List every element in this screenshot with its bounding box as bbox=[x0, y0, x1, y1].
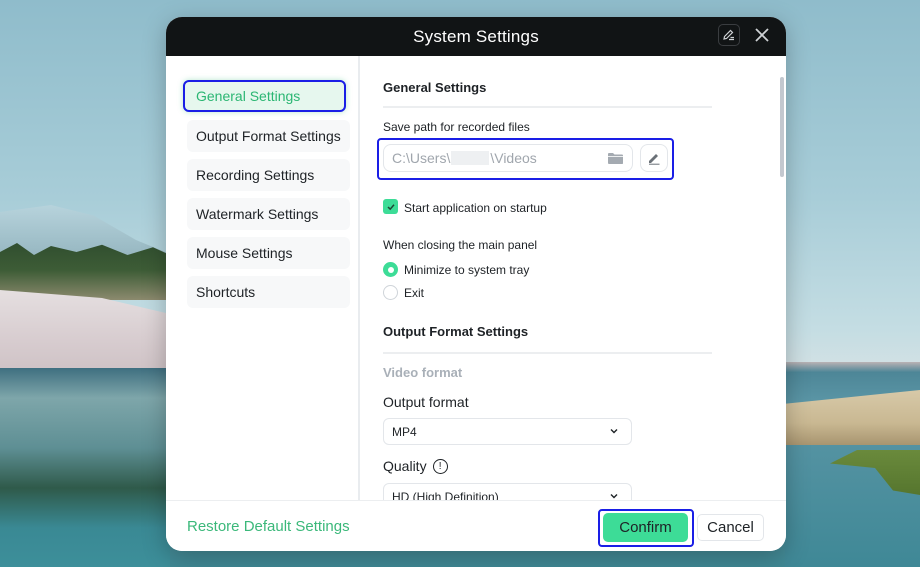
cancel-button[interactable]: Cancel bbox=[697, 514, 764, 541]
quality-select[interactable]: HD (High Definition) bbox=[383, 483, 632, 500]
folder-icon[interactable] bbox=[607, 152, 624, 165]
general-settings-heading: General Settings bbox=[383, 80, 487, 95]
confirm-button[interactable]: Confirm bbox=[603, 513, 688, 542]
startup-checkbox[interactable] bbox=[383, 199, 398, 214]
close-icon bbox=[755, 28, 769, 42]
save-path-input[interactable]: C:\Users\ \Videos bbox=[383, 144, 633, 172]
quality-label-row: Quality ! bbox=[383, 458, 448, 474]
sidebar-item-watermark-settings[interactable]: Watermark Settings bbox=[187, 198, 350, 230]
settings-sidebar: General Settings Output Format Settings … bbox=[166, 56, 360, 500]
startup-label: Start application on startup bbox=[404, 201, 547, 215]
sidebar-item-output-format-settings[interactable]: Output Format Settings bbox=[187, 120, 350, 152]
edit-path-button[interactable] bbox=[640, 144, 668, 172]
background-lake-left bbox=[0, 368, 170, 567]
output-format-settings-heading: Output Format Settings bbox=[383, 324, 529, 339]
sidebar-item-shortcuts[interactable]: Shortcuts bbox=[187, 276, 350, 308]
video-format-subheading: Video format bbox=[383, 365, 463, 380]
edit-note-icon bbox=[723, 29, 734, 41]
dialog-titlebar: System Settings bbox=[166, 17, 786, 56]
restore-default-settings-link[interactable]: Restore Default Settings bbox=[187, 518, 350, 535]
scrollbar-thumb[interactable] bbox=[780, 77, 784, 177]
system-settings-dialog: System Settings General Settings Output … bbox=[166, 17, 786, 551]
exit-label: Exit bbox=[404, 286, 425, 300]
output-format-label: Output format bbox=[383, 394, 469, 410]
info-icon[interactable]: ! bbox=[432, 458, 448, 474]
output-format-value: MP4 bbox=[392, 424, 417, 439]
quality-value: HD (High Definition) bbox=[392, 489, 499, 501]
radio-minimize-to-tray[interactable] bbox=[383, 262, 398, 277]
settings-content: General Settings Save path for recorded … bbox=[362, 56, 786, 500]
redacted-username bbox=[451, 151, 490, 165]
save-path-label: Save path for recorded files bbox=[383, 120, 530, 134]
sidebar-item-mouse-settings[interactable]: Mouse Settings bbox=[187, 237, 350, 269]
chevron-down-icon bbox=[610, 494, 618, 499]
checkmark-icon bbox=[386, 203, 395, 210]
feedback-button[interactable] bbox=[718, 24, 740, 46]
output-format-select[interactable]: MP4 bbox=[383, 418, 632, 445]
dialog-footer: Restore Default Settings Confirm Cancel bbox=[166, 500, 786, 551]
sidebar-item-general-settings[interactable]: General Settings bbox=[183, 80, 346, 112]
sidebar-item-recording-settings[interactable]: Recording Settings bbox=[187, 159, 350, 191]
chevron-down-icon bbox=[610, 429, 618, 434]
section-divider bbox=[383, 352, 712, 354]
section-divider bbox=[383, 106, 712, 108]
pencil-icon bbox=[649, 154, 660, 165]
close-button[interactable] bbox=[751, 24, 773, 46]
quality-label: Quality bbox=[383, 458, 427, 474]
dialog-title: System Settings bbox=[413, 26, 539, 46]
save-path-suffix: \Videos bbox=[490, 150, 537, 166]
background-dune bbox=[0, 290, 170, 370]
closing-panel-label: When closing the main panel bbox=[383, 238, 538, 252]
minimize-to-tray-label: Minimize to system tray bbox=[404, 263, 530, 277]
save-path-prefix: C:\Users\ bbox=[392, 150, 451, 166]
radio-exit[interactable] bbox=[383, 285, 398, 300]
